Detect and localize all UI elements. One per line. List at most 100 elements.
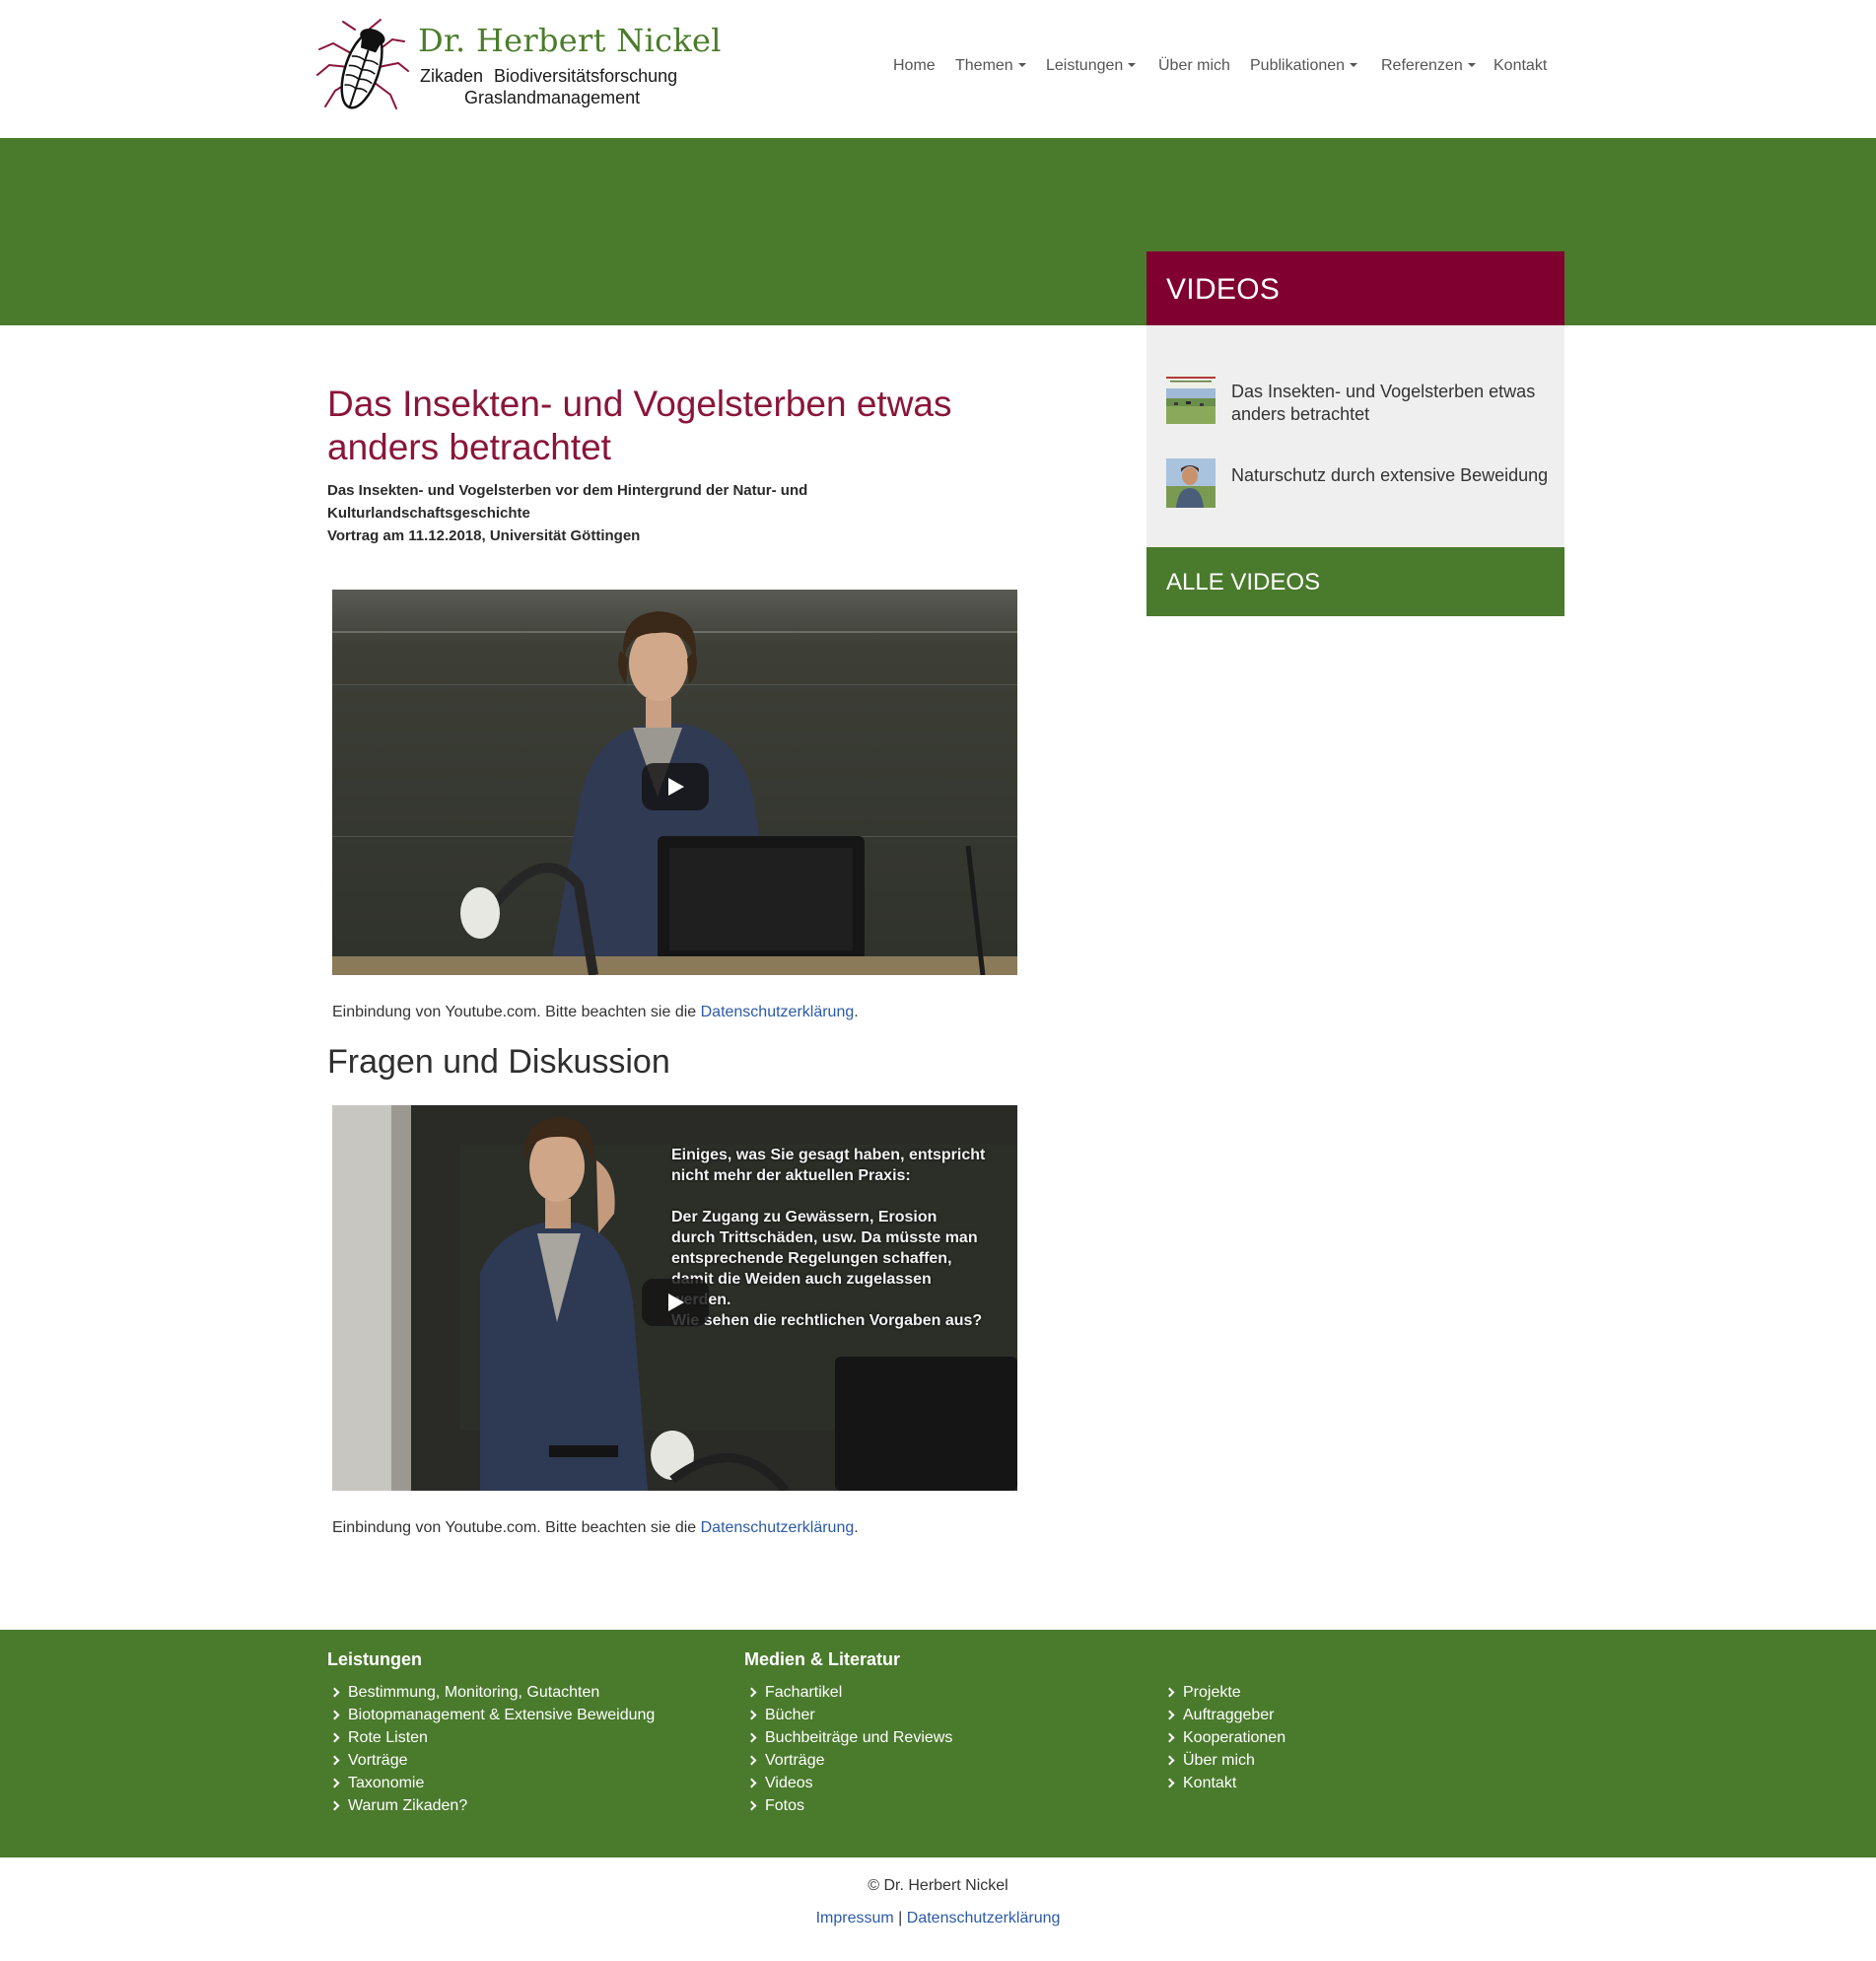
footer-link-list: Fachartikel Bücher Buchbeiträge und Revi… (744, 1681, 952, 1817)
footer-link-label: Projekte (1183, 1684, 1241, 1701)
sidebar-heading: VIDEOS (1146, 251, 1564, 325)
footer-link[interactable]: Über mich (1162, 1749, 1285, 1772)
overlay-line: durch Trittschäden, usw. Da müsste man (671, 1229, 978, 1246)
footer-link-label: Bestimmung, Monitoring, Gutachten (348, 1684, 600, 1701)
footer-link-label: Vorträge (348, 1752, 408, 1769)
footer-column-leistungen: Leistungen Bestimmung, Monitoring, Gutac… (327, 1649, 655, 1817)
sidebar-video-title[interactable]: Das Insekten- und Vogelsterben etwas and… (1231, 381, 1557, 426)
video-subtitle-overlay: Einiges, was Sie gesagt haben, entsprich… (671, 1145, 1007, 1331)
video-thumbnail-portrait[interactable] (1166, 458, 1216, 508)
play-icon[interactable] (642, 763, 709, 810)
site-title[interactable]: Dr. Herbert Nickel (418, 22, 722, 59)
footer-link[interactable]: Kooperationen (1162, 1726, 1285, 1749)
caption-end: . (854, 1519, 859, 1536)
sidebar-video-item[interactable]: Das Insekten- und Vogelsterben etwas and… (1166, 375, 1551, 426)
footer-link[interactable]: Videos (744, 1772, 952, 1794)
nav-leistungen[interactable]: Leistungen (1046, 57, 1137, 75)
footer-link[interactable]: Bücher (744, 1704, 952, 1726)
play-icon[interactable] (642, 1279, 709, 1326)
all-videos-link[interactable]: ALLE VIDEOS (1146, 547, 1564, 616)
footer-link[interactable]: Projekte (1162, 1681, 1285, 1704)
caret-down-icon (1128, 62, 1137, 67)
footer-link[interactable]: Rote Listen (327, 1726, 655, 1749)
chevron-right-icon (1164, 1732, 1175, 1743)
nav-themen-label: Themen (955, 57, 1013, 74)
page-title: Das Insekten- und Vogelsterben etwas and… (327, 384, 952, 467)
footer-link[interactable]: Buchbeiträge und Reviews (744, 1726, 952, 1749)
datenschutz-link[interactable]: Datenschutzerklärung (907, 1910, 1061, 1926)
subtitle-line-1: Das Insekten- und Vogelsterben vor dem H… (327, 482, 808, 522)
footer-link[interactable]: Vorträge (327, 1749, 655, 1772)
nav-kontakt[interactable]: Kontakt (1494, 57, 1547, 75)
footer-link-label: Bücher (765, 1707, 815, 1723)
sidebar-video-title[interactable]: Naturschutz durch extensive Beweidung (1231, 464, 1557, 487)
nav-publikationen[interactable]: Publikationen (1250, 57, 1358, 75)
footer-link[interactable]: Bestimmung, Monitoring, Gutachten (327, 1681, 655, 1704)
chevron-right-icon (329, 1710, 340, 1720)
chevron-right-icon (1164, 1778, 1175, 1788)
chevron-right-icon (329, 1687, 340, 1698)
footer-link-label: Vorträge (765, 1752, 825, 1769)
subtitle-line-2: Vortrag am 11.12.2018, Universität Götti… (327, 527, 641, 544)
page-subtitle: Das Insekten- und Vogelsterben vor dem H… (327, 479, 879, 547)
chevron-right-icon (329, 1778, 340, 1788)
overlay-line: damit die Weiden auch zugelassen (671, 1271, 932, 1288)
privacy-link[interactable]: Datenschutzerklärung (701, 1004, 855, 1020)
overlay-line: Der Zugang zu Gewässern, Erosion (671, 1209, 938, 1226)
chevron-right-icon (329, 1732, 340, 1743)
impressum-link[interactable]: Impressum (816, 1910, 894, 1926)
overlay-line: entsprechende Regelungen schaffen, (671, 1250, 952, 1267)
footer-link[interactable]: Fachartikel (744, 1681, 952, 1704)
legal-separator: | (893, 1910, 907, 1926)
footer-link-label: Fotos (765, 1797, 805, 1814)
caption-text: Einbindung von Youtube.com. Bitte beacht… (332, 1519, 701, 1536)
footer-link-list: Bestimmung, Monitoring, Gutachten Biotop… (327, 1681, 655, 1817)
footer-link-label: Rote Listen (348, 1729, 428, 1746)
video-thumbnail-pasture[interactable] (1166, 375, 1216, 424)
footer-link-label: Kontakt (1183, 1775, 1237, 1791)
footer-link-label: Biotopmanagement & Extensive Beweidung (348, 1707, 656, 1723)
footer-link-label: Warum Zikaden? (348, 1797, 468, 1814)
nav-themen[interactable]: Themen (955, 57, 1026, 75)
privacy-link[interactable]: Datenschutzerklärung (701, 1519, 855, 1536)
site-footer: Leistungen Bestimmung, Monitoring, Gutac… (0, 1630, 1876, 1857)
sidebar-video-list: Das Insekten- und Vogelsterben etwas and… (1146, 325, 1564, 547)
nav-referenzen-label: Referenzen (1381, 57, 1463, 74)
legal-links: Impressum | Datenschutzerklärung (0, 1910, 1876, 1927)
footer-link-label: Buchbeiträge und Reviews (765, 1729, 953, 1746)
footer-link[interactable]: Fotos (744, 1794, 952, 1817)
footer-link-label: Auftraggeber (1183, 1707, 1275, 1723)
footer-link[interactable]: Warum Zikaden? (327, 1794, 655, 1817)
footer-link[interactable]: Taxonomie (327, 1772, 655, 1794)
youtube-video-discussion[interactable]: Einiges, was Sie gesagt haben, entsprich… (332, 1105, 1017, 1491)
caret-down-icon (1350, 62, 1358, 67)
chevron-right-icon (746, 1755, 757, 1766)
footer-link-label: Über mich (1183, 1752, 1255, 1769)
caret-down-icon (1467, 62, 1476, 67)
nav-home[interactable]: Home (893, 57, 936, 75)
nav-home-label: Home (893, 57, 936, 74)
footer-link[interactable]: Kontakt (1162, 1772, 1285, 1794)
chevron-right-icon (329, 1755, 340, 1766)
sidebar-video-item[interactable]: Naturschutz durch extensive Beweidung (1166, 458, 1551, 510)
footer-link[interactable]: Auftraggeber (1162, 1704, 1285, 1726)
footer-link-label: Fachartikel (765, 1684, 843, 1701)
nav-ueber-mich[interactable]: Über mich (1158, 57, 1230, 75)
video-caption-1: Einbindung von Youtube.com. Bitte beacht… (332, 1004, 859, 1021)
hero-band (0, 138, 1876, 325)
nav-kontakt-label: Kontakt (1494, 57, 1548, 74)
chevron-right-icon (746, 1710, 757, 1720)
footer-column-title: Medien & Literatur (744, 1649, 901, 1669)
section-title-discussion: Fragen und Diskussion (327, 1043, 670, 1081)
chevron-right-icon (746, 1687, 757, 1698)
youtube-video-lecture[interactable] (332, 590, 1017, 975)
footer-link[interactable]: Biotopmanagement & Extensive Beweidung (327, 1704, 655, 1726)
overlay-line: werden. (671, 1290, 1007, 1310)
footer-column-misc: Projekte Auftraggeber Kooperationen Über… (1162, 1681, 1285, 1794)
nav-referenzen[interactable]: Referenzen (1381, 57, 1476, 75)
footer-link[interactable]: Vorträge (744, 1749, 952, 1772)
site-header: Dr. Herbert Nickel Zikaden Biodiversität… (0, 0, 1876, 138)
chevron-right-icon (329, 1800, 340, 1811)
chevron-right-icon (746, 1778, 757, 1788)
caption-end: . (854, 1004, 859, 1020)
